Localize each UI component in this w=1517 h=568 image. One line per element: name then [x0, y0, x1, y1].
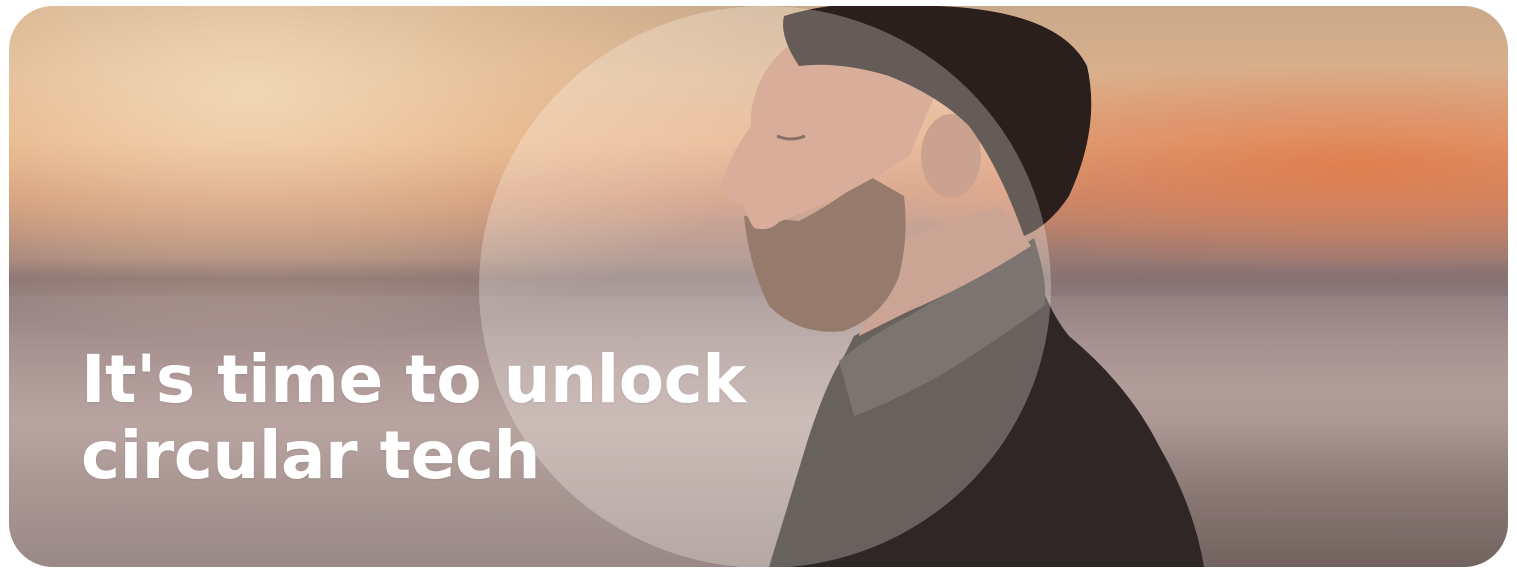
- headline-line-1: It's time to unlock: [81, 341, 746, 418]
- headline-line-2: circular tech: [81, 416, 541, 494]
- hero-banner: It's time to unlock circular tech: [9, 6, 1508, 567]
- hero-headline: It's time to unlock circular tech: [81, 342, 746, 494]
